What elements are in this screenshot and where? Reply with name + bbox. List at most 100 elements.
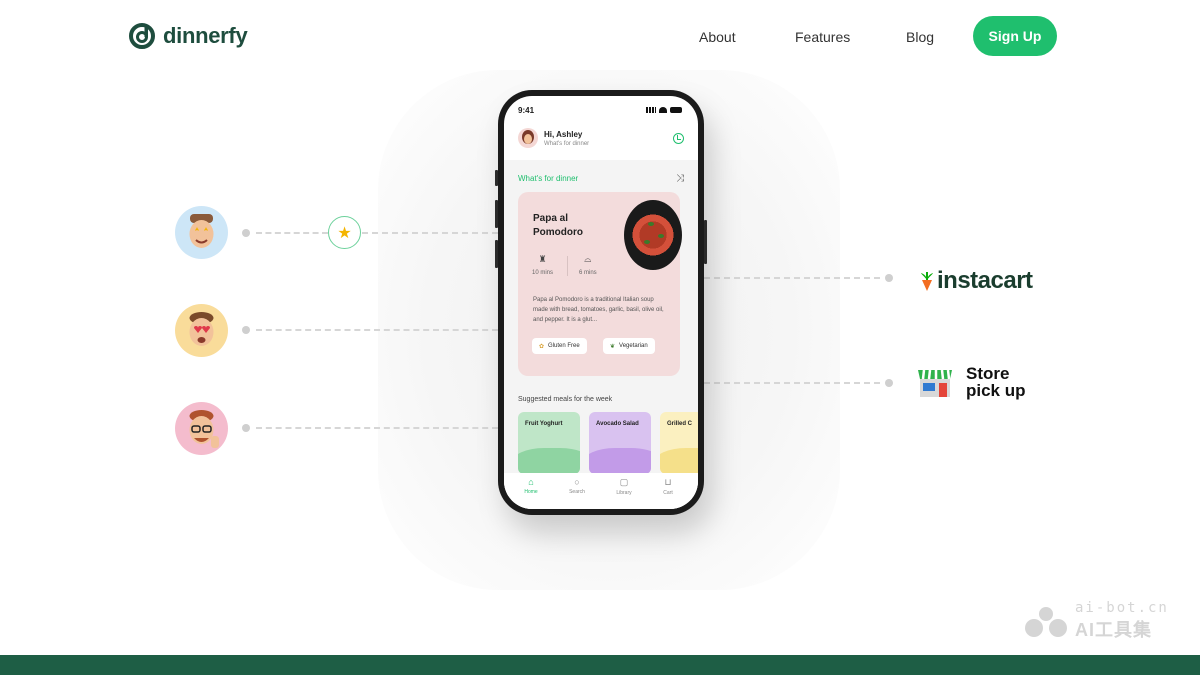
basil-leaf	[658, 234, 664, 238]
connector-line	[362, 232, 498, 234]
tab-library[interactable]: ▢ Library	[609, 477, 639, 496]
profile-memoji-icon	[522, 130, 534, 144]
instacart-label: instacart	[937, 267, 1033, 294]
status-time: 9:41	[518, 106, 535, 115]
tag-label: Vegetarian	[619, 343, 648, 349]
cook-time-stat: ♜ 10 mins	[532, 254, 553, 276]
footer-bar	[0, 655, 1200, 675]
memoji-star-eyes-icon	[189, 214, 214, 248]
brand-name: dinnerfy	[163, 23, 248, 48]
connector-dot	[885, 274, 893, 282]
meal-label: Avocado Salad	[596, 421, 639, 427]
connector-dot	[885, 379, 893, 387]
greeting: Hi, Ashley What's for dinner	[518, 128, 589, 148]
user-avatar-1	[175, 206, 228, 259]
greeting-subtitle: What's for dinner	[544, 140, 590, 147]
history-icon[interactable]	[673, 133, 684, 144]
phone-screen: 9:41 Hi, Ashley What's for dinner What's…	[504, 96, 698, 509]
recipe-card[interactable]: Papa al Pomodoro ♜ 10 mins ⌓ 6 mins Papa…	[518, 192, 682, 376]
memoji-peace-sign-icon	[189, 410, 219, 448]
basil-leaf	[644, 240, 650, 244]
wifi-icon	[659, 107, 667, 113]
status-icons	[646, 107, 682, 113]
carrot-icon	[921, 272, 933, 291]
phone-mockup: 9:41 Hi, Ashley What's for dinner What's…	[495, 90, 707, 515]
connector-line	[704, 277, 880, 279]
cloche-icon: ⌓	[584, 254, 592, 264]
phone-button	[495, 200, 498, 228]
connector-line	[256, 329, 498, 331]
profile-avatar[interactable]	[518, 128, 538, 148]
recipe-title: Papa al Pomodoro	[533, 213, 583, 238]
nav-about-link[interactable]: About	[699, 29, 736, 45]
dinnerfy-logo-icon	[129, 23, 155, 49]
home-icon: ⌂	[528, 477, 534, 487]
store-line-2: pick up	[966, 381, 1026, 400]
recipe-description: Papa al Pomodoro is a traditional Italia…	[533, 297, 664, 323]
star-badge: ★	[328, 216, 361, 249]
watermark-title: AI工具集	[1075, 620, 1152, 640]
meal-label: Grilled C	[667, 421, 693, 427]
search-icon: ○	[574, 477, 580, 487]
connector-dot	[242, 326, 250, 334]
watermark: ai-bot.cn AI工具集	[1023, 600, 1169, 642]
cook-time-label: 10 mins	[532, 270, 554, 276]
basil-leaf	[648, 222, 654, 226]
connector-line	[704, 382, 880, 384]
store-line-1: Store	[966, 364, 1010, 383]
section-title: What's for dinner	[518, 174, 579, 183]
meal-label: Fruit Yoghurt	[525, 421, 563, 427]
tab-home[interactable]: ⌂ Home	[516, 477, 546, 495]
meal-wave	[518, 448, 580, 474]
tag-gluten-free: ✿ Gluten Free	[532, 338, 587, 354]
connector-line	[256, 427, 498, 429]
battery-icon	[670, 107, 682, 113]
tab-label: Cart	[663, 490, 673, 496]
meal-card-2[interactable]: Avocado Salad	[589, 412, 651, 474]
serving-time-label: 6 mins	[579, 270, 597, 276]
wheat-icon: ✿	[539, 343, 545, 350]
meal-card-3[interactable]: Grilled C	[660, 412, 698, 474]
bottom-tab-bar: ⌂ Home ○ Search ▢ Library ⊔ Cart	[504, 473, 698, 509]
meal-wave	[589, 448, 651, 474]
tab-label: Library	[616, 490, 632, 496]
chef-hat-icon: ♜	[538, 254, 547, 264]
tab-label: Search	[569, 489, 585, 495]
instacart-logo: instacart	[919, 267, 1033, 295]
store-pickup: Store pick up	[918, 365, 1026, 399]
nav-blog-link[interactable]: Blog	[906, 29, 934, 45]
tag-vegetarian: ❦ Vegetarian	[603, 338, 655, 354]
site-header: dinnerfy About Features Blog Sign Up	[0, 0, 1200, 72]
connector-dot	[242, 424, 250, 432]
tab-search[interactable]: ○ Search	[562, 477, 592, 495]
signal-icon	[646, 107, 656, 113]
storefront-icon	[918, 369, 952, 397]
nav-features-link[interactable]: Features	[795, 29, 850, 45]
tab-label: Home	[524, 489, 538, 495]
meal-wave	[660, 448, 698, 474]
phone-button	[495, 240, 498, 268]
tag-label: Gluten Free	[548, 343, 580, 349]
connector-dot	[242, 229, 250, 237]
shuffle-icon[interactable]: ⤨	[676, 173, 684, 184]
memoji-heart-eyes-icon	[189, 312, 214, 346]
user-avatar-3	[175, 402, 228, 455]
leaf-icon: ❦	[610, 343, 616, 350]
phone-button	[495, 170, 498, 186]
dish-image	[624, 200, 682, 270]
library-icon: ▢	[619, 477, 629, 487]
signup-button[interactable]: Sign Up	[973, 16, 1057, 56]
star-icon: ★	[337, 224, 352, 242]
cart-icon: ⊔	[664, 477, 672, 487]
phone-button	[704, 220, 707, 264]
tab-cart[interactable]: ⊔ Cart	[653, 477, 683, 496]
user-avatar-2	[175, 304, 228, 357]
watermark-domain: ai-bot.cn	[1075, 600, 1169, 616]
watermark-logo-icon	[1025, 607, 1067, 637]
serving-time-stat: ⌓ 6 mins	[579, 254, 597, 276]
greeting-name: Hi, Ashley	[544, 129, 583, 139]
meal-card-1[interactable]: Fruit Yoghurt	[518, 412, 580, 474]
stat-divider	[567, 256, 568, 276]
connector-line	[256, 232, 328, 234]
brand-logo[interactable]: dinnerfy	[129, 23, 248, 49]
